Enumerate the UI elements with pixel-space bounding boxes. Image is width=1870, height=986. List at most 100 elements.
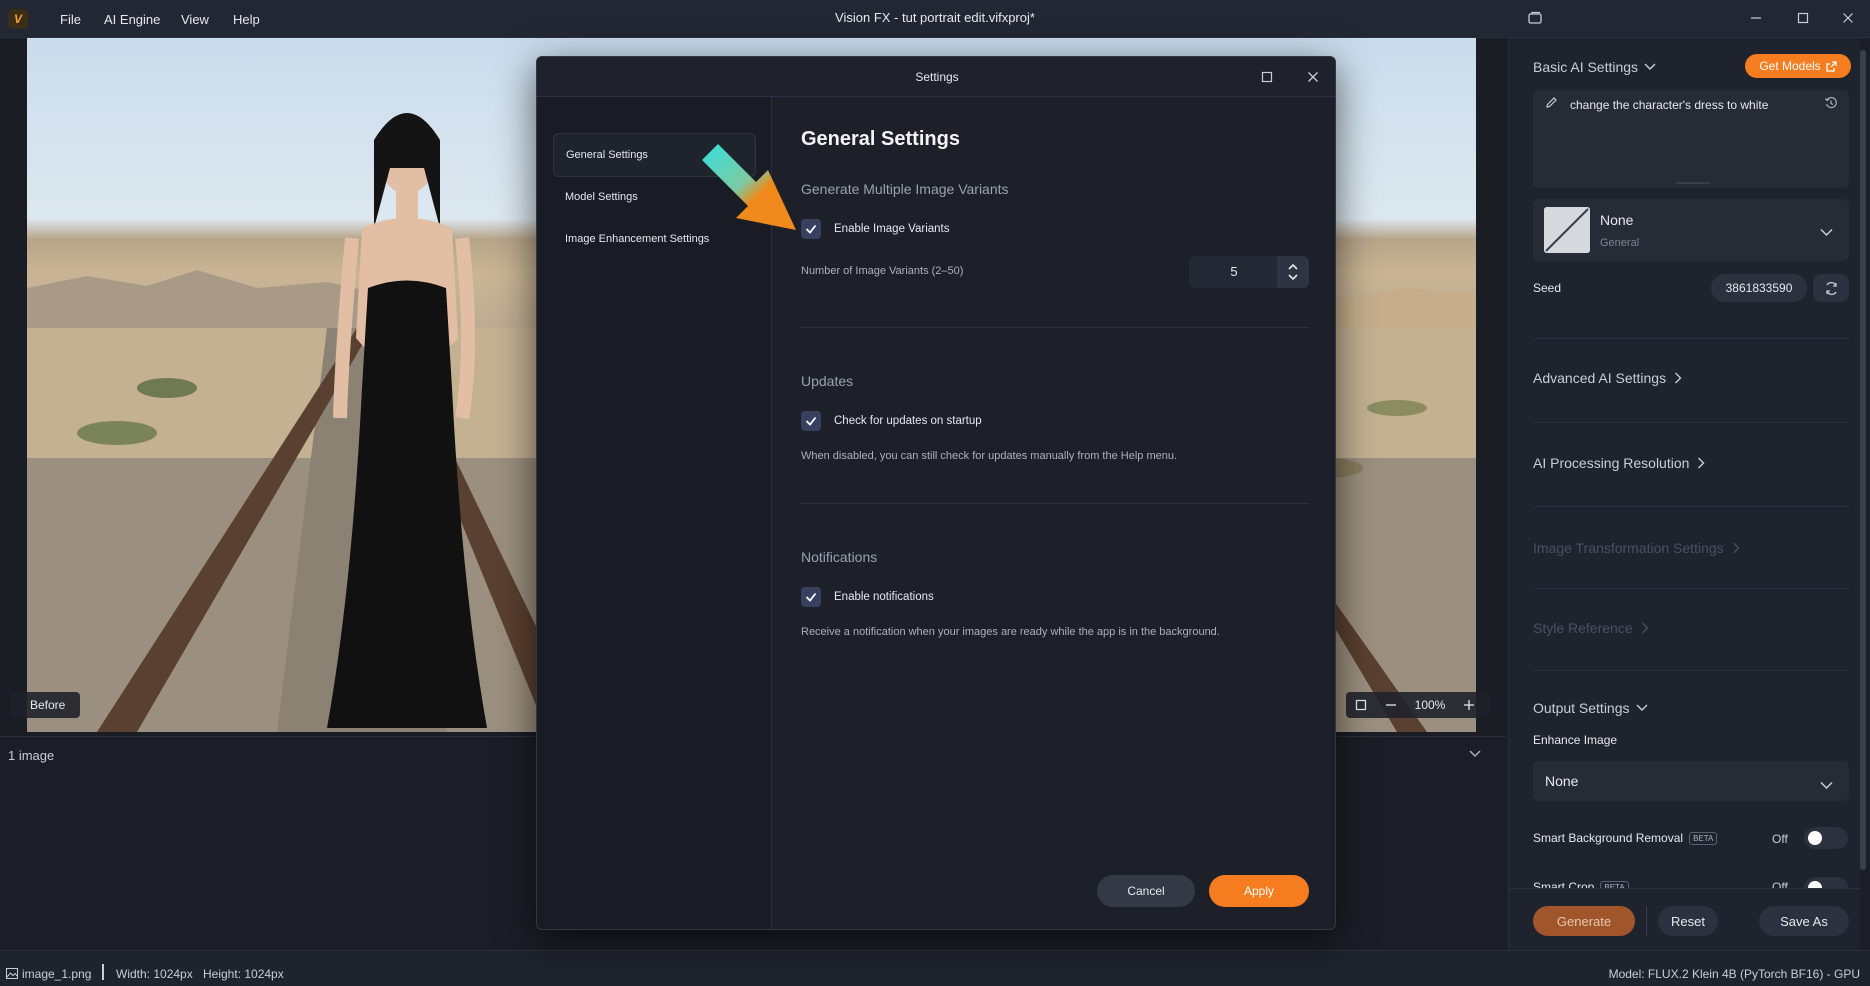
style-name: None [1600,212,1634,228]
notifications-section-title: Notifications [801,549,878,565]
zoom-out-icon[interactable] [1376,699,1406,711]
smart-crop-state: Off [1772,880,1788,888]
status-width: Width: 1024px [116,967,193,981]
chevron-down-icon [1636,704,1648,711]
title-bar [0,0,1870,38]
image-count: 1 image [8,748,55,763]
get-models-button[interactable]: Get Models [1745,54,1851,78]
style-reference-header: Style Reference [1533,620,1649,636]
divider [1508,888,1860,889]
smart-background-removal-row: Smart Background Removal BETA [1533,831,1718,845]
save-as-button[interactable]: Save As [1759,906,1849,936]
seed-input[interactable]: 3861833590 [1711,274,1807,302]
cancel-button[interactable]: Cancel [1097,875,1195,907]
external-link-icon [1826,60,1837,72]
maximize-icon[interactable] [1789,7,1817,29]
generate-button[interactable]: Generate [1533,906,1635,936]
smart-crop-toggle[interactable] [1804,877,1848,888]
fit-view-icon[interactable] [1346,699,1376,711]
beta-badge: BETA [1600,880,1629,888]
variants-count-stepper[interactable]: 5 [1189,256,1309,288]
dialog-title: Settings [915,70,959,84]
resize-handle[interactable] [1676,182,1710,184]
close-icon[interactable] [1307,70,1319,88]
apply-button[interactable]: Apply [1209,875,1309,907]
enhance-image-select[interactable]: None [1533,761,1849,801]
zoom-controls: 100% [1346,692,1490,718]
reset-button[interactable]: Reset [1658,906,1718,936]
divider [1533,670,1849,671]
variants-count-label: Number of Image Variants (2–50) [801,265,964,277]
menu-file[interactable]: File [56,10,85,29]
divider [1646,906,1647,936]
before-label: Before [10,692,80,718]
chevron-down-icon [1820,777,1833,795]
style-thumbnail [1544,207,1590,253]
updates-section-title: Updates [801,373,854,389]
divider [102,964,104,980]
divider [801,503,1309,504]
maximize-icon[interactable] [1261,70,1273,88]
smart-background-removal-label: Smart Background Removal [1533,831,1684,845]
notifications-help-text: Receive a notification when your images … [801,626,1220,638]
pencil-icon [1545,96,1558,114]
advanced-ai-settings-label: Advanced AI Settings [1533,370,1667,386]
enhance-image-value: None [1545,773,1579,789]
chevron-down-icon [1644,63,1656,70]
basic-ai-settings-label: Basic AI Settings [1533,59,1639,75]
enable-notifications-label: Enable notifications [834,591,934,603]
annotation-arrow [702,144,796,230]
check-updates-label: Check for updates on startup [834,415,982,427]
bg-removal-toggle[interactable] [1804,827,1848,849]
smart-crop-row: Smart Crop BETA Off [1508,876,1860,888]
chevron-down-icon [1820,224,1833,242]
chevron-right-icon [1732,542,1740,554]
advanced-ai-settings-header[interactable]: Advanced AI Settings [1533,370,1682,386]
woman-figure [327,113,487,728]
refresh-seed-icon[interactable] [1813,274,1849,302]
menu-view[interactable]: View [177,10,213,29]
variants-section-title: Generate Multiple Image Variants [801,181,1009,197]
status-filename: image_1.png [22,967,92,981]
get-models-label: Get Models [1759,59,1821,73]
chevron-up-icon[interactable] [1288,264,1298,270]
history-icon[interactable] [1824,96,1838,115]
seed-label: Seed [1533,281,1562,295]
bg-removal-state: Off [1772,832,1788,846]
chevron-down-icon[interactable] [1288,274,1298,280]
close-window-icon[interactable] [1834,7,1862,29]
enable-notifications-checkbox[interactable] [801,587,821,607]
style-category: General [1600,237,1640,249]
smart-crop-label: Smart Crop [1533,880,1595,888]
variants-count-value: 5 [1230,264,1238,279]
prompt-text[interactable]: change the character's dress to white [1570,98,1768,112]
zoom-in-icon[interactable] [1454,699,1484,711]
menu-ai-engine[interactable]: AI Engine [100,10,164,29]
zoom-level: 100% [1414,698,1446,712]
chevron-right-icon [1675,372,1682,384]
chevron-right-icon [1641,622,1649,634]
beta-badge: BETA [1689,831,1718,845]
chevron-down-icon[interactable] [1468,746,1482,762]
enable-variants-checkbox[interactable] [801,219,821,239]
dialog-title-bar: Settings [537,57,1335,97]
menu-help[interactable]: Help [229,10,264,29]
panel-toggle-icon[interactable] [1521,7,1549,29]
enhance-image-label: Enhance Image [1533,733,1618,747]
minimize-icon[interactable] [1742,7,1770,29]
check-updates-checkbox[interactable] [801,411,821,431]
output-settings-header[interactable]: Output Settings [1533,700,1648,716]
stepper-buttons[interactable] [1277,256,1309,288]
enable-variants-label: Enable Image Variants [834,223,950,235]
output-settings-label: Output Settings [1533,700,1630,716]
divider [1533,422,1849,423]
divider [1533,338,1849,339]
image-file-icon [6,966,18,984]
ai-processing-resolution-header[interactable]: AI Processing Resolution [1533,455,1705,471]
check-icon [805,224,817,234]
basic-ai-settings-header[interactable]: Basic AI Settings [1533,59,1656,75]
image-transformation-settings-label: Image Transformation Settings [1533,540,1724,556]
image-transformation-settings-header: Image Transformation Settings [1533,540,1740,556]
updates-help-text: When disabled, you can still check for u… [801,450,1178,462]
panel-scrollbar[interactable] [1860,50,1866,870]
